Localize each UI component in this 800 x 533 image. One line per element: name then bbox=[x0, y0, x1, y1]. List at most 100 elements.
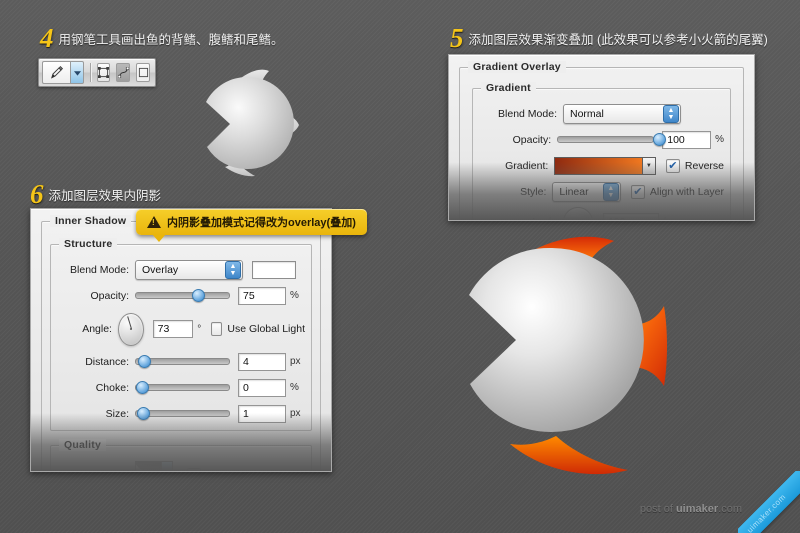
choke-slider[interactable] bbox=[135, 381, 230, 395]
opacity-unit: % bbox=[290, 290, 299, 301]
row-gradient: Gradient: ▼ ✔ Reverse bbox=[479, 155, 724, 176]
gradient-group: Gradient Blend Mode: Normal ▲▼ Opacity: bbox=[472, 82, 731, 221]
opacity-slider[interactable] bbox=[557, 133, 667, 147]
size-value-field[interactable]: 1 bbox=[238, 404, 286, 423]
anti-aliased-checkbox[interactable] bbox=[187, 468, 201, 471]
angle-value-field[interactable]: 73 bbox=[152, 320, 194, 338]
distance-slider[interactable] bbox=[135, 355, 230, 369]
gray-fish-svg bbox=[206, 69, 299, 177]
contour-preview bbox=[136, 462, 161, 471]
blend-mode-select[interactable]: Overlay ▲ ▼ bbox=[135, 259, 243, 280]
size-slider[interactable] bbox=[135, 407, 230, 421]
align-with-layer-wrap[interactable]: ✔ Align with Layer bbox=[630, 184, 724, 199]
row-blend-mode: Blend Mode: Normal ▲ ▼ bbox=[479, 103, 724, 124]
blend-mode-label: Blend Mode: bbox=[498, 107, 557, 120]
choke-value-field[interactable]: 0 bbox=[238, 378, 286, 397]
corner-ribbon[interactable]: uimaker.com bbox=[738, 471, 800, 533]
anti-aliased-label: Anti-aliased bbox=[201, 469, 261, 471]
contour-swatch[interactable]: ▼ bbox=[135, 461, 173, 471]
step-heading-4: 4 用钢笔工具画出鱼的背鳍、腹鳍和尾鳍。 bbox=[40, 23, 284, 53]
caret-down-glyph bbox=[73, 70, 81, 76]
gradient-group-title: Gradient bbox=[481, 82, 536, 94]
callout-text: 内阴影叠加模式记得改为overlay(叠加) bbox=[167, 217, 356, 229]
angle-label: Angle bbox=[479, 216, 563, 220]
page-canvas: 4 用钢笔工具画出鱼的背鳍、腹鳍和尾鳍。 5 添加图层效果渐变叠加 (此效果可以… bbox=[0, 0, 800, 533]
step-number-5: 5 bbox=[450, 23, 463, 53]
pen-tool-icon[interactable] bbox=[42, 61, 70, 84]
row-distance: Distance: 4 px bbox=[57, 351, 305, 372]
corner-ribbon-area: uimaker.com bbox=[738, 471, 800, 533]
angle-value-field[interactable]: 180 bbox=[603, 213, 659, 220]
fill-pixels-icon[interactable] bbox=[136, 63, 150, 82]
pen-tool-glyph bbox=[51, 65, 64, 79]
distance-value: 4 bbox=[243, 355, 249, 368]
size-label: Size: bbox=[105, 407, 129, 420]
row-blend-mode: Blend Mode: Overlay ▲ ▼ bbox=[57, 259, 305, 280]
align-with-layer-checkbox[interactable]: ✔ bbox=[630, 184, 645, 199]
warning-triangle-icon bbox=[147, 216, 161, 228]
step-text-5: 添加图层效果渐变叠加 (此效果可以参考小火箭的尾翼) bbox=[468, 33, 768, 47]
orange-fish-svg bbox=[469, 236, 667, 475]
distance-knob[interactable] bbox=[138, 355, 151, 368]
inner-shadow-title: Inner Shadow bbox=[50, 215, 132, 227]
reverse-checkbox[interactable]: ✔ bbox=[665, 158, 680, 173]
stepper-arrows-icon[interactable]: ▲ ▼ bbox=[602, 182, 619, 201]
angle-dial[interactable] bbox=[563, 207, 593, 220]
choke-knob[interactable] bbox=[136, 381, 149, 394]
choke-value: 0 bbox=[243, 381, 249, 394]
gradient-preview bbox=[555, 157, 642, 174]
opacity-value-field[interactable]: 100 bbox=[662, 130, 712, 149]
step-heading-5: 5 添加图层效果渐变叠加 (此效果可以参考小火箭的尾翼) bbox=[450, 23, 768, 53]
gray-fish-illustration bbox=[178, 66, 318, 186]
size-knob[interactable] bbox=[137, 407, 150, 420]
ribbon-text: uimaker.com bbox=[745, 492, 788, 533]
pen-tool-options-bar[interactable] bbox=[38, 58, 156, 87]
opacity-value: 75 bbox=[243, 289, 255, 302]
blend-mode-select[interactable]: Normal ▲ ▼ bbox=[563, 103, 681, 124]
use-global-light-checkbox[interactable] bbox=[211, 322, 223, 336]
row-opacity: Opacity: 100 % bbox=[479, 129, 724, 150]
path-icon[interactable] bbox=[116, 63, 131, 82]
gradient-overlay-dialog[interactable]: Gradient Overlay Gradient Blend Mode: No… bbox=[448, 54, 755, 221]
angle-unit: ° bbox=[659, 217, 667, 221]
opacity-label: Opacity: bbox=[512, 133, 552, 146]
step-heading-6: 6 添加图层效果内阴影 bbox=[30, 179, 162, 209]
step-number-4: 4 bbox=[40, 23, 53, 53]
stepper-arrows-icon[interactable]: ▲ ▼ bbox=[663, 104, 679, 123]
gradient-dropdown-caret-down-icon[interactable]: ▼ bbox=[641, 157, 655, 174]
opacity-slider[interactable] bbox=[135, 289, 230, 303]
watermark-brand: uimaker bbox=[675, 503, 719, 515]
row-size: Size: 1 px bbox=[57, 403, 305, 424]
reverse-checkbox-wrap[interactable]: ✔ Reverse bbox=[665, 158, 724, 173]
row-contour: Contour: ▼ Anti-aliased bbox=[57, 460, 305, 471]
opacity-label: Opacity: bbox=[90, 289, 129, 302]
align-with-layer-label: Align with Layer bbox=[649, 185, 724, 198]
shape-layer-glyph bbox=[98, 67, 110, 78]
opacity-knob[interactable] bbox=[192, 289, 205, 302]
stepper-arrows-icon[interactable]: ▲ ▼ bbox=[225, 260, 241, 279]
toolbar-divider bbox=[90, 63, 91, 82]
size-value: 1 bbox=[243, 407, 249, 420]
step-text-6: 添加图层效果内阴影 bbox=[48, 189, 162, 203]
pen-tool-dropdown-caret-down-icon[interactable] bbox=[70, 61, 84, 84]
pen-tool-selector[interactable] bbox=[42, 61, 84, 84]
angle-value: 180 bbox=[608, 216, 626, 220]
shape-layer-icon[interactable] bbox=[96, 63, 111, 82]
distance-value-field[interactable]: 4 bbox=[238, 352, 286, 371]
step-text-4: 用钢笔工具画出鱼的背鳍、腹鳍和尾鳍。 bbox=[58, 33, 284, 47]
step-number-6: 6 bbox=[30, 179, 43, 209]
shadow-color-swatch[interactable] bbox=[252, 260, 296, 279]
opacity-value-field[interactable]: 75 bbox=[238, 286, 286, 305]
style-label: Style: bbox=[520, 185, 547, 198]
gradient-swatch[interactable]: ▼ bbox=[554, 156, 656, 175]
gradient-overlay-section: Gradient Overlay Gradient Blend Mode: No… bbox=[459, 61, 744, 221]
row-angle: Angle: 73 ° Use Global Light bbox=[57, 312, 305, 346]
contour-dropdown-caret-down-icon[interactable]: ▼ bbox=[161, 462, 172, 471]
angle-dial[interactable] bbox=[117, 312, 144, 346]
inner-shadow-dialog[interactable]: Inner Shadow Structure Blend Mode: Overl… bbox=[30, 208, 332, 472]
path-glyph bbox=[117, 67, 129, 78]
opacity-unit: % bbox=[715, 134, 724, 145]
warning-callout: 内阴影叠加模式记得改为overlay(叠加) bbox=[136, 209, 367, 242]
angle-label: Angle: bbox=[82, 323, 112, 335]
style-select[interactable]: Linear ▲ ▼ bbox=[552, 181, 621, 202]
